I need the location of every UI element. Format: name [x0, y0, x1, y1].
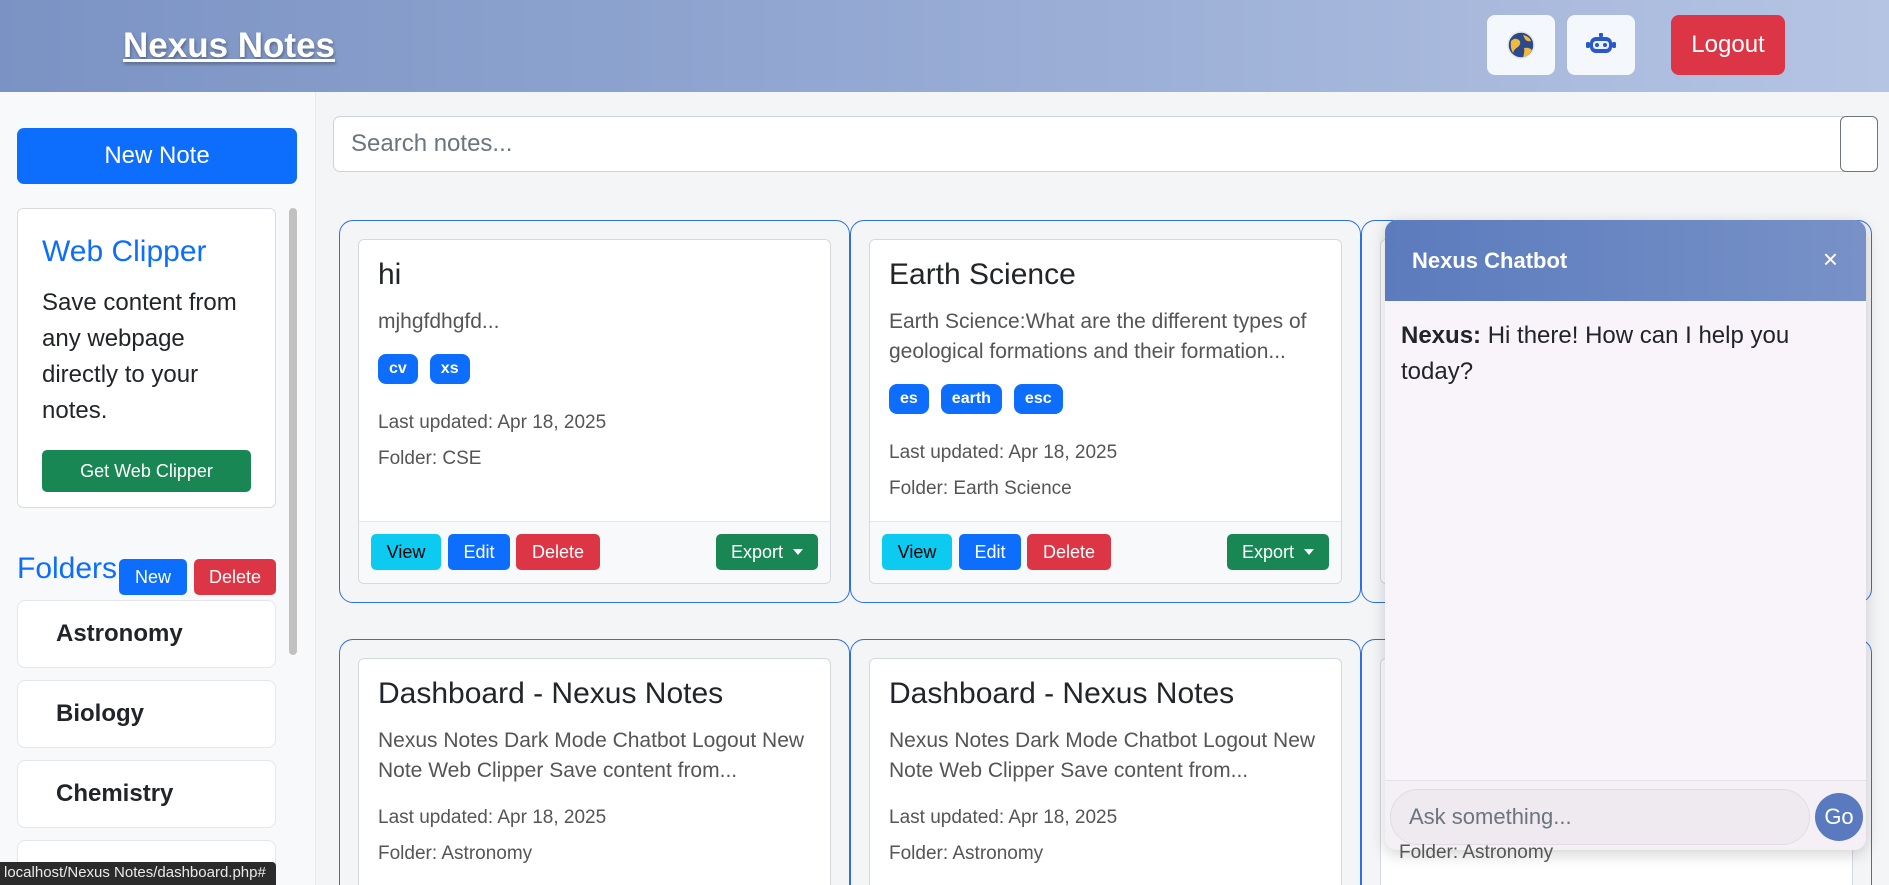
search-button[interactable]: [1840, 116, 1878, 172]
web-clipper-card: Web Clipper Save content from any webpag…: [17, 208, 276, 508]
note-updated: Last updated: Apr 18, 2025: [889, 442, 1118, 463]
note-tags: cv xs: [378, 354, 470, 384]
note-card: Earth Science Earth Science:What are the…: [869, 239, 1342, 584]
tag-badge[interactable]: cv: [378, 354, 418, 384]
note-folder: Folder: Earth Science: [889, 478, 1072, 499]
note-preview: Nexus Notes Dark Mode Chatbot Logout New…: [889, 729, 1316, 782]
card-footer: View Edit Delete Export: [359, 521, 830, 583]
note-title: Dashboard - Nexus Notes: [889, 677, 1235, 710]
delete-button[interactable]: Delete: [516, 534, 600, 570]
message-sender: Nexus:: [1401, 322, 1482, 349]
delete-folder-button[interactable]: Delete: [194, 559, 276, 595]
brand-logo[interactable]: Nexus Notes: [123, 26, 335, 66]
chatbot-header: Nexus Chatbot ×: [1385, 220, 1866, 301]
view-button[interactable]: View: [371, 534, 441, 570]
caret-down-icon: [793, 549, 804, 555]
export-label: Export: [730, 541, 784, 562]
folder-item-biology[interactable]: Biology: [17, 680, 276, 748]
note-updated: Last updated: Apr 18, 2025: [889, 807, 1118, 828]
web-clipper-title: Web Clipper: [42, 235, 207, 268]
browser-status-url: localhost/Nexus Notes/dashboard.php#: [0, 862, 276, 885]
globe-icon: [1507, 31, 1535, 59]
note-preview: Earth Science:What are the different typ…: [889, 310, 1307, 363]
get-web-clipper-button[interactable]: Get Web Clipper: [42, 450, 251, 492]
top-navbar: Nexus Notes Logout: [0, 0, 1889, 92]
sidebar: New Note Web Clipper Save content from a…: [0, 92, 316, 885]
note-card: Dashboard - Nexus Notes Nexus Notes Dark…: [869, 658, 1342, 885]
folders-heading: Folders: [17, 552, 118, 585]
note-folder: Folder: CSE: [378, 448, 482, 469]
dark-mode-button[interactable]: [1487, 15, 1555, 75]
caret-down-icon: [1304, 549, 1315, 555]
export-label: Export: [1241, 541, 1295, 562]
robot-icon: [1586, 33, 1616, 53]
tag-badge[interactable]: xs: [429, 354, 470, 384]
search-input[interactable]: Search notes...: [333, 116, 1877, 172]
chatbot-message: Nexus: Hi there! How can I help you toda…: [1401, 318, 1841, 390]
web-clipper-description: Save content from any webpage directly t…: [42, 289, 237, 424]
sidebar-scrollbar[interactable]: [289, 208, 297, 655]
new-folder-button[interactable]: New: [119, 559, 187, 595]
chatbot-send-button[interactable]: Go: [1815, 793, 1863, 841]
chatbot-panel: Nexus Chatbot × Nexus: Hi there! How can…: [1385, 220, 1866, 850]
note-tags: es earth esc: [889, 384, 1063, 414]
export-dropdown-button[interactable]: Export: [716, 534, 818, 570]
tag-badge[interactable]: es: [889, 384, 929, 414]
chatbot-input[interactable]: Ask something...: [1390, 789, 1810, 845]
note-preview: Nexus Notes Dark Mode Chatbot Logout New…: [378, 729, 805, 782]
tag-badge[interactable]: earth: [940, 384, 1002, 414]
note-title: Dashboard - Nexus Notes: [378, 677, 724, 710]
card-footer: View Edit Delete Export: [870, 521, 1341, 583]
note-updated: Last updated: Apr 18, 2025: [378, 412, 607, 433]
note-card: hi mjhgfdhgfd... cv xs Last updated: Apr…: [358, 239, 831, 584]
edit-button[interactable]: Edit: [448, 534, 510, 570]
edit-button[interactable]: Edit: [959, 534, 1021, 570]
note-card: Dashboard - Nexus Notes Nexus Notes Dark…: [358, 658, 831, 885]
close-icon[interactable]: ×: [1823, 244, 1838, 275]
chatbot-button[interactable]: [1567, 15, 1635, 75]
chatbot-title: Nexus Chatbot: [1412, 248, 1568, 273]
chatbot-input-bar: Ask something... Go: [1385, 780, 1866, 850]
new-note-button[interactable]: New Note: [17, 128, 297, 184]
note-folder: Folder: Astronomy: [889, 843, 1044, 864]
note-updated: Last updated: Apr 18, 2025: [378, 807, 607, 828]
note-folder: Folder: Astronomy: [378, 843, 533, 864]
note-title: hi: [378, 258, 402, 291]
folder-item-chemistry[interactable]: Chemistry: [17, 760, 276, 828]
note-folder: Folder: Astronomy: [1399, 842, 1554, 863]
logout-button[interactable]: Logout: [1671, 15, 1785, 75]
note-preview: mjhgfdhgfd...: [378, 310, 500, 333]
delete-button[interactable]: Delete: [1027, 534, 1111, 570]
folder-item-astronomy[interactable]: Astronomy: [17, 600, 276, 668]
note-title: Earth Science: [889, 258, 1076, 291]
tag-badge[interactable]: esc: [1013, 384, 1063, 414]
export-dropdown-button[interactable]: Export: [1227, 534, 1329, 570]
view-button[interactable]: View: [882, 534, 952, 570]
